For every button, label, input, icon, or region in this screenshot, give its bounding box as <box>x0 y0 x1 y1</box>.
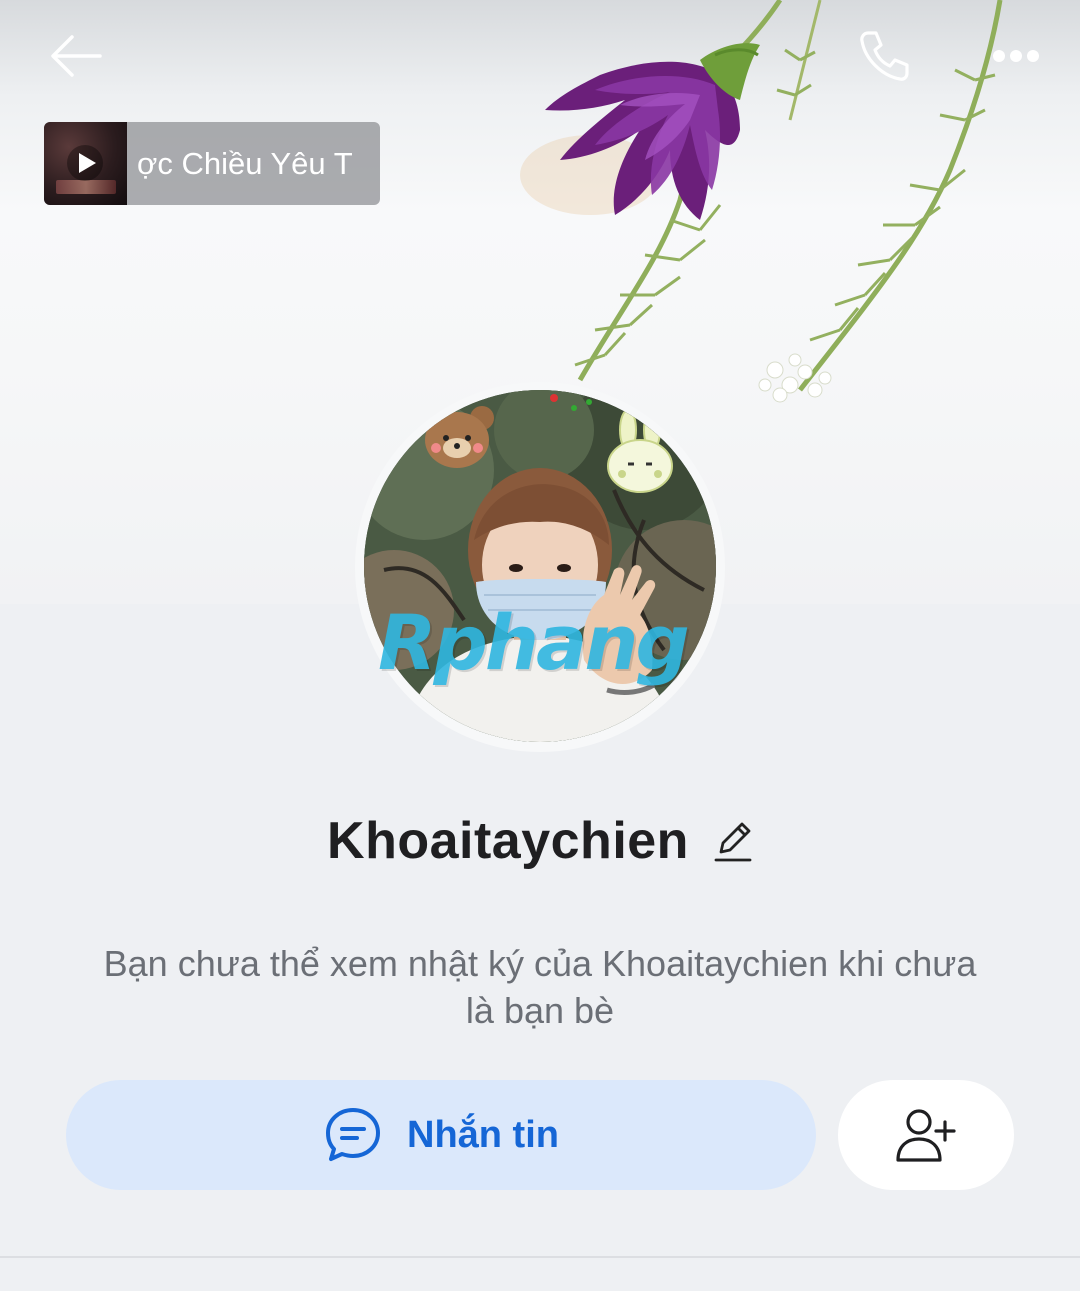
avatar[interactable] <box>364 390 716 742</box>
music-cover-art <box>44 122 127 205</box>
info-text-line-1: Bạn chưa thể xem nhật ký của Khoaitaychi… <box>103 943 977 984</box>
privacy-info-text: Bạn chưa thể xem nhật ký của Khoaitaychi… <box>60 940 1020 1034</box>
arrow-left-icon <box>51 35 102 77</box>
more-options-button[interactable] <box>980 22 1052 90</box>
send-message-button[interactable]: Nhắn tin <box>66 1080 816 1190</box>
watermark-text: Rphang <box>378 598 690 687</box>
profile-name: Khoaitaychien <box>327 812 689 870</box>
play-icon[interactable] <box>66 144 104 182</box>
call-button[interactable] <box>848 22 920 90</box>
pencil-icon[interactable] <box>713 819 753 863</box>
section-divider <box>0 1256 1080 1258</box>
chat-bubble-icon <box>326 1108 380 1161</box>
info-text-line-2: là bạn bè <box>465 990 615 1031</box>
more-horizontal-icon <box>993 50 1039 62</box>
add-friend-button[interactable] <box>838 1080 1014 1190</box>
add-user-icon <box>896 1109 956 1162</box>
music-title: ợc Chiều Yêu T <box>137 145 353 181</box>
back-button[interactable] <box>40 22 112 90</box>
profile-music-player[interactable]: ợc Chiều Yêu T <box>44 122 380 205</box>
profile-name-row: Khoaitaychien <box>0 806 1080 876</box>
avatar-photo <box>364 390 716 742</box>
phone-icon <box>860 31 909 81</box>
send-message-label: Nhắn tin <box>407 1113 559 1156</box>
profile-page: ợc Chiều Yêu T Rphang Khoaitaychien Bạn … <box>0 0 1080 1291</box>
